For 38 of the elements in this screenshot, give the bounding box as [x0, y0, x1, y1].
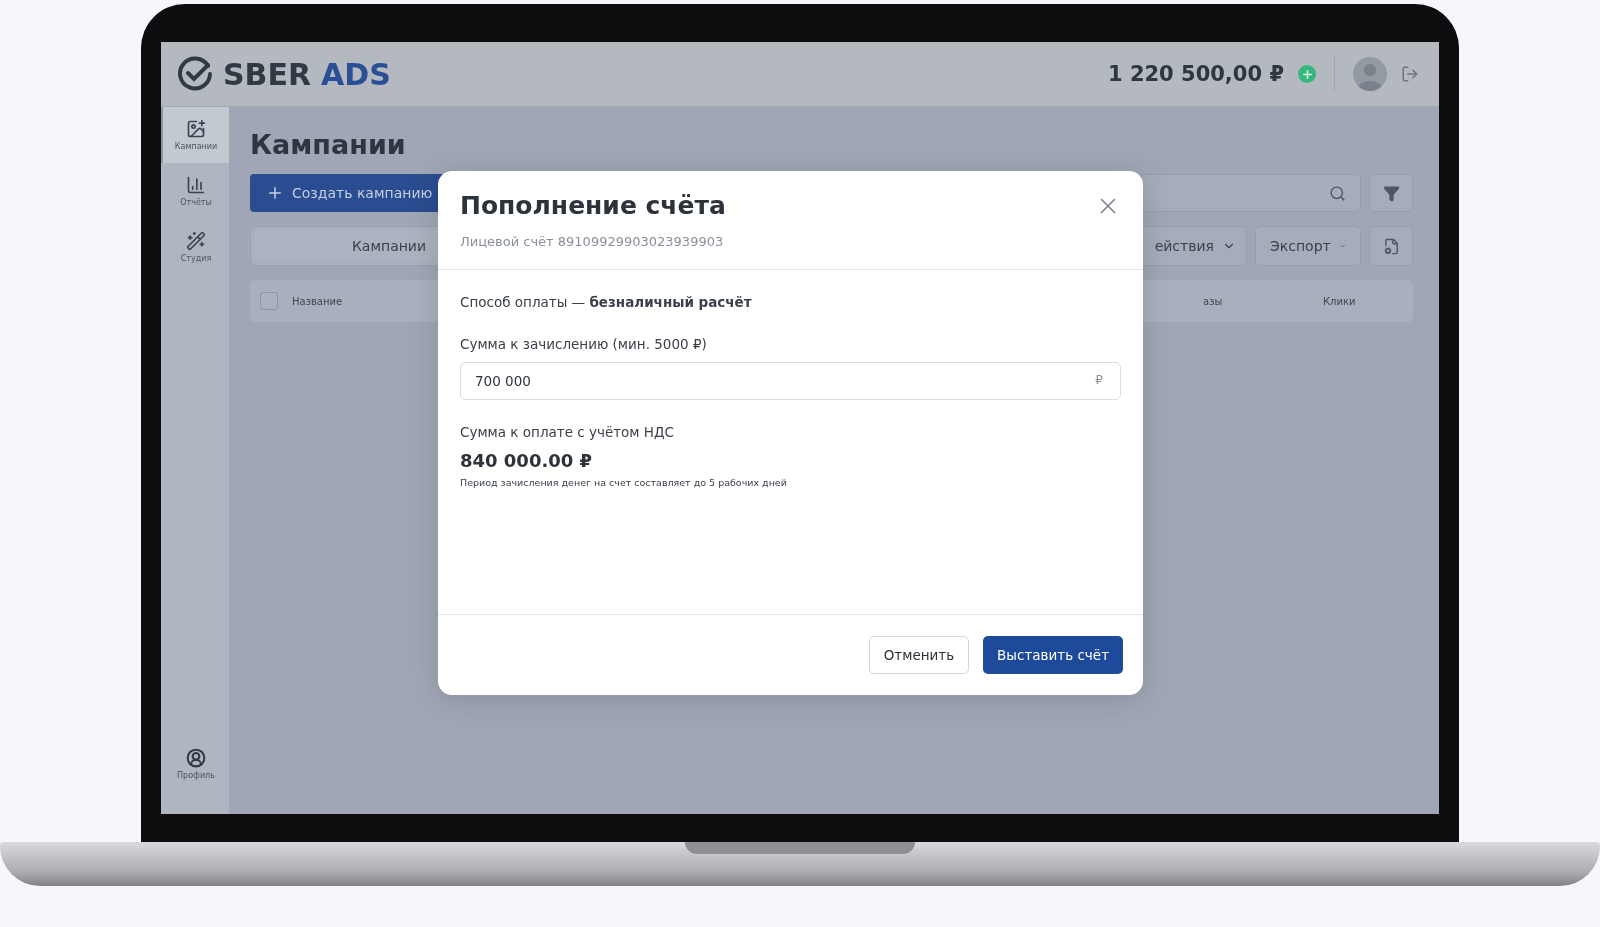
note: Период зачисления денег на счет составляет до 5 рабочих дней	[460, 477, 788, 488]
column-header: азы	[1203, 295, 1224, 307]
sidebar-item[interactable]: Отчёты	[161, 163, 229, 219]
checkbox[interactable]	[260, 292, 278, 310]
total-amount: 840 000.00 ₽	[460, 450, 594, 471]
bar-chart-icon	[186, 175, 206, 195]
submit-button[interactable]: Выставить счёт	[983, 636, 1123, 674]
sidebar-item[interactable]: Профиль	[161, 736, 229, 792]
search-icon	[1329, 184, 1346, 202]
plus-icon	[1300, 67, 1314, 81]
check-circle-icon	[177, 56, 213, 92]
balance: 1 220 500,00 ₽	[1107, 62, 1284, 86]
image-plus-icon	[186, 119, 206, 139]
page-title: Кампании	[250, 129, 407, 160]
column-header: Название	[292, 295, 344, 307]
add-funds-button[interactable]	[1298, 65, 1316, 83]
payment-method: Способ оплаты — безналичный расчёт	[460, 294, 753, 310]
search-field[interactable]	[1139, 174, 1361, 212]
avatar[interactable]	[1353, 57, 1387, 91]
logout-icon[interactable]	[1401, 65, 1419, 83]
cancel-button[interactable]: Отменить	[868, 636, 970, 674]
file-gear-icon	[1382, 237, 1400, 255]
currency-sign: ₽	[1095, 373, 1103, 387]
column-settings-button[interactable]	[1369, 226, 1413, 266]
total-label: Сумма к оплате с учётом НДС	[460, 424, 675, 440]
column-header: Клики	[1323, 295, 1357, 307]
logo-text: SBER	[223, 56, 312, 92]
logo-text: ADS	[321, 56, 391, 92]
filter-button[interactable]	[1369, 174, 1413, 212]
sidebar-item[interactable]: Студия	[161, 219, 229, 275]
plus-icon	[266, 184, 284, 202]
user-icon	[186, 748, 206, 768]
filter-icon	[1382, 184, 1400, 202]
amount-label: Сумма к зачислению (мин. 5000 ₽)	[460, 336, 708, 352]
dialog-title: Пополнение счёта	[460, 191, 726, 220]
export-dropdown[interactable]: Экспорт	[1255, 226, 1361, 266]
magic-wand-icon	[186, 231, 206, 251]
sidebar-item[interactable]: Кампании	[161, 107, 229, 163]
